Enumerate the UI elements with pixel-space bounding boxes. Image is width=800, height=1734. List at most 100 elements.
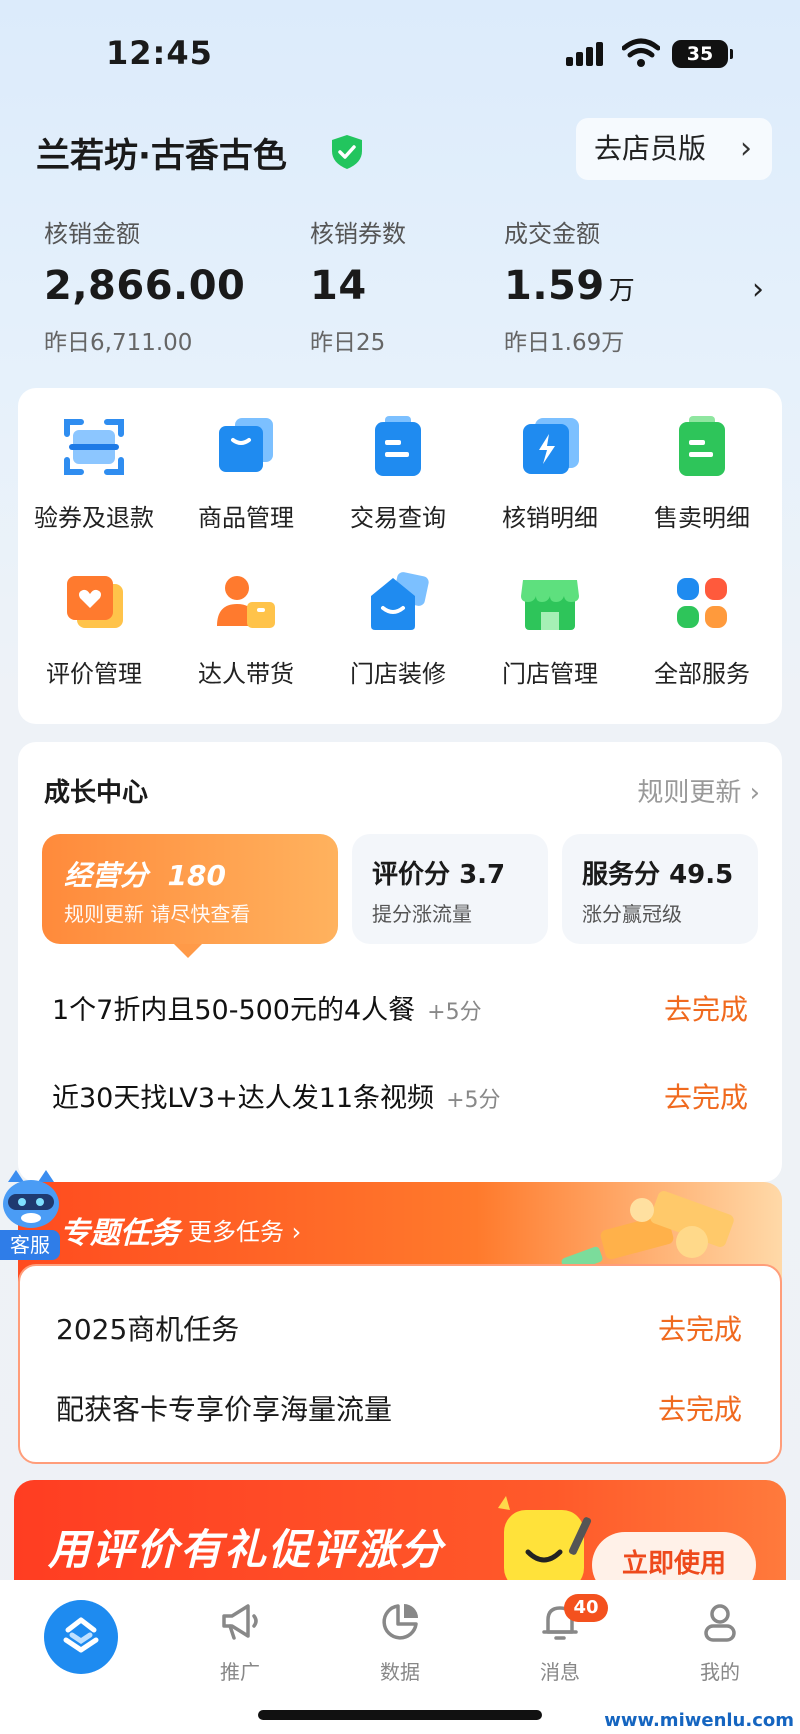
service-sales-detail[interactable]: 售卖明细 — [626, 414, 778, 533]
stat-prev: 昨日25 — [310, 330, 386, 356]
staff-version-label: 去店员版 — [594, 132, 707, 165]
task-complete-button[interactable]: 去完成 — [664, 1076, 748, 1116]
stat-label: 核销券数 — [310, 220, 406, 248]
review-score-sub: 提分涨流量 — [372, 902, 472, 926]
all-services-icon — [677, 578, 727, 628]
special-task-text: 2025商机任务 — [56, 1313, 240, 1346]
review-score-card[interactable]: 评价分 3.7 提分涨流量 — [352, 834, 548, 944]
tab-label: 推广 — [220, 1660, 260, 1684]
service-label: 交易查询 — [350, 504, 446, 532]
service-store-decor[interactable]: 门店装修 — [322, 570, 474, 689]
special-tasks-list: 2025商机任务 去完成 配获客卡专享价享海量流量 去完成 — [18, 1264, 782, 1464]
home-logo-icon — [63, 1617, 99, 1653]
special-tasks-title: 专题任务 — [60, 1216, 180, 1251]
stat-prev: 昨日1.69万 — [504, 330, 625, 356]
status-bar: 12:45 35 — [0, 0, 800, 100]
more-tasks-link[interactable]: 更多任务 › — [188, 1212, 301, 1247]
cat-mascot-icon — [3, 1170, 59, 1228]
special-task-text: 配获客卡专享价享海量流量 — [56, 1393, 393, 1426]
megaphone-icon — [222, 1604, 258, 1640]
stats-summary[interactable]: 核销金额 2,866.00 昨日6,711.00 核销券数 14 昨日25 成交… — [44, 214, 764, 364]
special-task-row: 2025商机任务 去完成 — [56, 1302, 742, 1352]
sales-icon — [679, 416, 725, 476]
lightning-icon — [523, 418, 579, 474]
stat-deal-amount: 成交金额 1.59 万 昨日1.69万 — [504, 214, 635, 357]
growth-task-row: 1个7折内且50-500元的4人餐 +5分 去完成 — [52, 976, 748, 1036]
service-influencer[interactable]: 达人带货 — [170, 570, 322, 689]
shop-header: 兰若坊·古香古色 去店员版 › — [36, 118, 776, 184]
stat-label: 核销金额 — [44, 220, 140, 248]
service-score: 服务分 49.5 — [582, 860, 734, 890]
service-label: 售卖明细 — [654, 504, 750, 532]
service-label: 核销明细 — [502, 504, 598, 532]
service-label: 达人带货 — [198, 660, 294, 688]
service-label: 验券及退款 — [34, 504, 154, 532]
growth-task-row: 近30天找LV3+达人发11条视频 +5分 去完成 — [52, 1064, 748, 1124]
watermark: www.miwenlu.com — [604, 1710, 794, 1731]
task-complete-button[interactable]: 去完成 — [664, 988, 748, 1028]
stat-prev: 昨日6,711.00 — [44, 330, 193, 356]
chevron-right-icon[interactable]: › — [752, 272, 764, 307]
home-indicator — [258, 1710, 542, 1720]
operation-score-card[interactable]: 经营分 180 规则更新 请尽快查看 — [42, 834, 338, 958]
growth-title: 成长中心 — [44, 778, 149, 808]
task-complete-button[interactable]: 去完成 — [658, 1308, 742, 1348]
store-icon — [521, 580, 579, 630]
customer-service-label: 客服 — [0, 1230, 60, 1260]
service-verify-refund[interactable]: 验券及退款 — [18, 414, 170, 533]
service-label: 门店装修 — [350, 660, 446, 688]
stat-value: 1.59 万 — [504, 263, 636, 309]
tab-messages[interactable]: 40 消息 — [520, 1594, 608, 1685]
special-tasks-card: 专题任务 更多任务 › 2025商机任务 去完成 配获客卡专享价享海量流量 去完… — [18, 1182, 782, 1464]
mascot-icon — [498, 1496, 592, 1590]
chevron-right-icon: › — [740, 131, 752, 166]
special-task-row: 配获客卡专享价享海量流量 去完成 — [56, 1382, 742, 1432]
stat-redeem-count: 核销券数 14 昨日25 — [310, 214, 406, 357]
service-transaction-query[interactable]: 交易查询 — [322, 414, 474, 533]
staff-version-button[interactable]: 去店员版 › — [576, 118, 772, 180]
wifi-icon — [622, 38, 660, 67]
verified-shield-icon — [332, 135, 362, 169]
service-redeem-detail[interactable]: 核销明细 — [474, 414, 626, 533]
influencer-icon — [217, 576, 275, 628]
operation-score-sub: 规则更新 请尽快查看 — [64, 902, 251, 926]
service-all[interactable]: 全部服务 — [626, 570, 778, 689]
customer-service-button[interactable]: 客服 — [0, 1168, 62, 1264]
chevron-right-icon: › — [291, 1218, 302, 1246]
stat-value: 14 — [310, 263, 367, 309]
service-product-manage[interactable]: 商品管理 — [170, 414, 322, 533]
promo-banner[interactable]: 用评价有礼促评涨分 立即使用 — [14, 1480, 786, 1590]
tab-label: 消息 — [540, 1660, 580, 1684]
stat-redeem-amount: 核销金额 2,866.00 昨日6,711.00 — [44, 214, 245, 357]
task-points: +5分 — [427, 1000, 482, 1025]
stat-value: 2,866.00 — [44, 263, 246, 309]
transaction-icon — [375, 416, 421, 476]
user-icon — [704, 1604, 736, 1642]
service-store-manage[interactable]: 门店管理 — [474, 570, 626, 689]
tab-data[interactable]: 数据 — [360, 1600, 440, 1685]
tab-home[interactable] — [44, 1600, 118, 1674]
status-time: 12:45 — [106, 34, 213, 72]
service-review-manage[interactable]: 评价管理 — [18, 570, 170, 689]
tab-promote[interactable]: 推广 — [200, 1600, 280, 1685]
service-score-sub: 涨分赢冠级 — [582, 902, 682, 926]
services-grid: 验券及退款 商品管理 交易查询 核销明细 售卖明细 评价管理 达人带货 门店装修… — [18, 388, 782, 724]
scan-icon — [64, 419, 124, 475]
rules-update-link[interactable]: 规则更新 › — [637, 772, 760, 809]
tab-label: 数据 — [380, 1660, 420, 1684]
pie-chart-icon — [382, 1604, 418, 1640]
product-box-icon — [219, 418, 273, 472]
operation-score: 经营分 180 — [64, 859, 226, 892]
review-heart-icon — [67, 576, 123, 628]
review-score: 评价分 3.7 — [372, 860, 506, 890]
service-label: 全部服务 — [654, 660, 750, 688]
task-text: 近30天找LV3+达人发11条视频 +5分 — [52, 1083, 501, 1114]
battery-indicator: 35 — [672, 40, 733, 68]
service-score-card[interactable]: 服务分 49.5 涨分赢冠级 — [562, 834, 758, 944]
tab-profile[interactable]: 我的 — [680, 1600, 760, 1685]
growth-center-card: 成长中心 规则更新 › 经营分 180 规则更新 请尽快查看 评价分 3.7 提… — [18, 742, 782, 1182]
task-complete-button[interactable]: 去完成 — [658, 1388, 742, 1428]
promo-text: 用评价有礼促评涨分 — [48, 1525, 445, 1574]
task-text: 1个7折内且50-500元的4人餐 +5分 — [52, 995, 482, 1026]
shop-name[interactable]: 兰若坊·古香古色 — [36, 128, 287, 177]
